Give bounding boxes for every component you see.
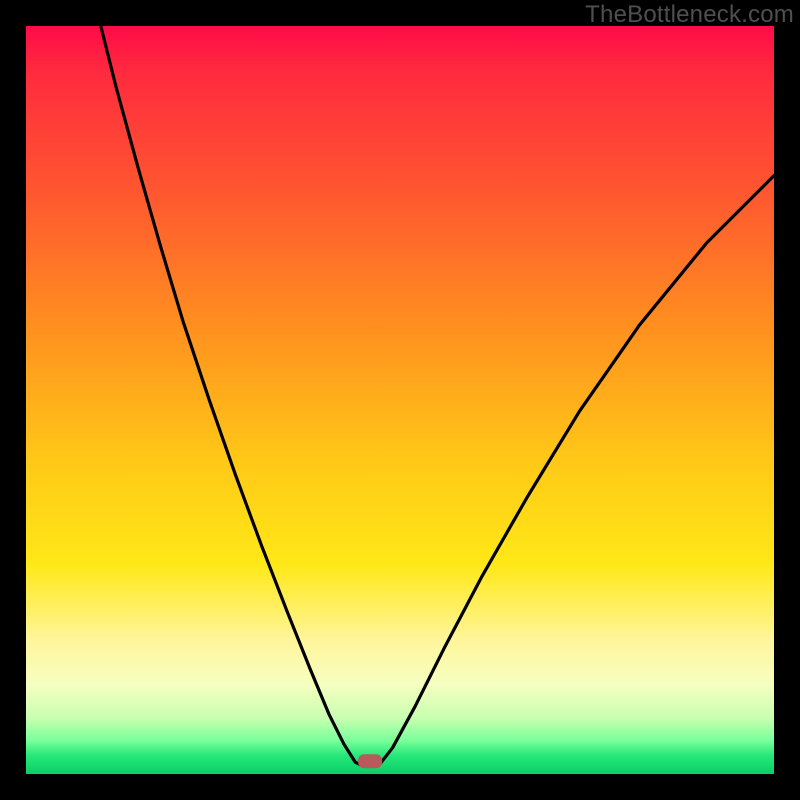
plot-area (26, 26, 774, 774)
curve-layer (26, 26, 774, 774)
watermark-text: TheBottleneck.com (585, 1, 794, 29)
chart-frame: TheBottleneck.com (0, 0, 800, 800)
notch-marker (358, 754, 382, 768)
bottleneck-curve (101, 26, 774, 765)
